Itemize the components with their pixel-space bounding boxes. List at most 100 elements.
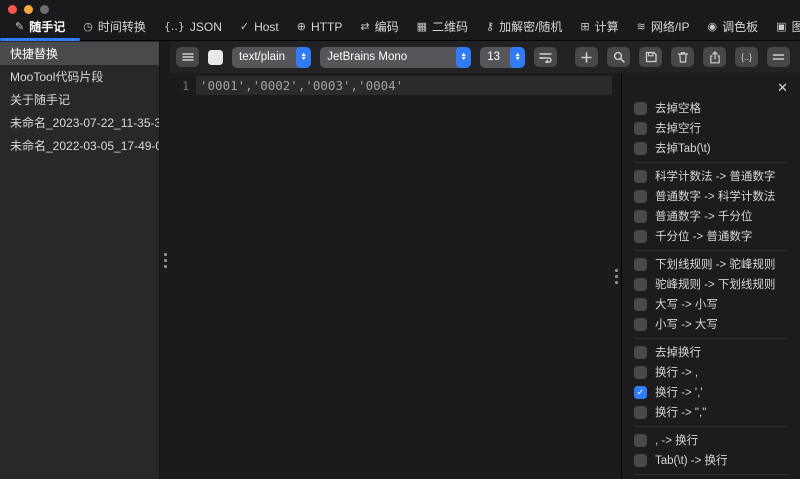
- checkbox-icon[interactable]: [634, 277, 647, 291]
- replace-option[interactable]: 去掉换行: [634, 342, 788, 362]
- replace-option[interactable]: , -> 换行: [634, 430, 788, 450]
- close-panel-button[interactable]: ✕: [777, 81, 788, 95]
- drag-handle-icon: [163, 252, 167, 268]
- menu-button[interactable]: [176, 47, 199, 67]
- replace-option-group: , -> 换行 Tab(\t) -> 换行: [634, 426, 788, 474]
- editor-toolbar: text/plain ▲▼ JetBrains Mono ▲▼ 13 ▲▼: [170, 41, 800, 73]
- tab-image-helper[interactable]: ▣ 图片助手: [767, 15, 800, 39]
- export-button[interactable]: [703, 47, 726, 67]
- checkbox-icon[interactable]: [634, 189, 647, 203]
- braces-icon: {..}: [740, 52, 752, 62]
- replace-option[interactable]: 普通数字 -> 科学计数法: [634, 186, 788, 206]
- delete-button[interactable]: [671, 47, 694, 67]
- share-icon: [709, 50, 721, 64]
- tab-calculator[interactable]: ⊞ 计算: [571, 15, 627, 39]
- tab-label: 网络/IP: [650, 20, 690, 34]
- replace-option[interactable]: 普通数字 -> 千分位: [634, 206, 788, 226]
- replace-option[interactable]: 大写 -> 小写: [634, 294, 788, 314]
- tab-label: Host: [254, 19, 279, 34]
- tab-notes[interactable]: ✎ 随手记: [0, 15, 81, 41]
- qrcode-icon: ▦: [416, 20, 427, 33]
- tab-json[interactable]: {..} JSON: [155, 15, 231, 39]
- content-type-select[interactable]: text/plain ▲ ▼: [232, 46, 312, 68]
- host-icon: ✓: [239, 20, 250, 33]
- word-wrap-icon: [539, 52, 552, 63]
- add-note-button[interactable]: [575, 47, 598, 67]
- replace-option-label: 换行 -> ",": [655, 407, 707, 419]
- encode-icon: ⇄: [360, 20, 370, 33]
- tab-network-ip[interactable]: ≋ 网络/IP: [628, 15, 699, 39]
- checkbox-icon[interactable]: [634, 209, 647, 223]
- replace-option[interactable]: 小写 -> 大写: [634, 314, 788, 334]
- tab-encode[interactable]: ⇄ 编码: [351, 15, 407, 39]
- replace-option[interactable]: 去掉Tab(\t): [634, 138, 788, 158]
- tab-palette[interactable]: ◉ 调色板: [699, 15, 768, 39]
- tab-qrcode[interactable]: ▦ 二维码: [408, 15, 477, 39]
- code-editor[interactable]: 1 '0001','0002','0003','0004': [170, 73, 612, 479]
- font-family-value: JetBrains Mono: [327, 51, 408, 63]
- tab-label: 调色板: [722, 20, 759, 34]
- word-wrap-button[interactable]: [534, 47, 557, 67]
- sidebar: 快捷替换 MooTool代码片段 关于随手记 未命名_2023-07-22_11-35…: [0, 41, 160, 479]
- quick-replace-button[interactable]: [767, 47, 790, 67]
- replace-option[interactable]: 驼峰规则 -> 下划线规则: [634, 274, 788, 294]
- stepper-icon: ▲ ▼: [456, 46, 472, 68]
- checkbox-icon[interactable]: [634, 121, 647, 135]
- format-button[interactable]: {..}: [735, 47, 758, 67]
- plus-icon: [581, 51, 592, 63]
- tab-label: HTTP: [311, 19, 343, 34]
- replace-option-label: 科学计数法 -> 普通数字: [655, 171, 776, 183]
- font-family-select[interactable]: JetBrains Mono ▲ ▼: [320, 46, 472, 68]
- checkbox-icon[interactable]: [634, 453, 647, 467]
- checkbox-icon[interactable]: [634, 317, 647, 331]
- font-size-select[interactable]: 13 ▲ ▼: [480, 46, 525, 68]
- checkbox-icon[interactable]: [634, 101, 647, 115]
- sidebar-item-0[interactable]: 快捷替换: [0, 42, 159, 65]
- replace-option[interactable]: 换行 -> ",": [634, 402, 788, 422]
- replace-option[interactable]: Tab(\t) -> 换行: [634, 450, 788, 470]
- content-type-value: text/plain: [239, 51, 286, 63]
- drag-handle-icon: [615, 268, 618, 284]
- sidebar-item-3[interactable]: 未命名_2023-07-22_11-35-35: [0, 111, 159, 134]
- search-button[interactable]: [607, 47, 630, 67]
- replace-option-group: 下划线规则 -> 驼峰规则驼峰规则 -> 下划线规则 大写 -> 小写 小写 -> …: [634, 250, 788, 338]
- replace-option-label: 去掉换行: [655, 347, 701, 359]
- replace-option-label: 下划线规则 -> 驼峰规则: [655, 259, 776, 271]
- font-size-value: 13: [487, 51, 501, 63]
- checkbox-icon[interactable]: [634, 229, 647, 243]
- tab-label: 时间转换: [97, 20, 146, 34]
- checkbox-checked-icon[interactable]: ✓: [634, 385, 647, 399]
- checkbox-icon[interactable]: [634, 169, 647, 183]
- replace-option[interactable]: 下划线规则 -> 驼峰规则: [634, 254, 788, 274]
- replace-option[interactable]: 科学计数法 -> 普通数字: [634, 166, 788, 186]
- sidebar-item-4[interactable]: 未命名_2022-03-05_17-49-00: [0, 134, 159, 157]
- palette-icon: ◉: [707, 20, 718, 33]
- checkbox-icon[interactable]: [634, 345, 647, 359]
- tab-http[interactable]: ⊕ HTTP: [288, 15, 352, 39]
- http-icon: ⊕: [296, 20, 306, 33]
- checkbox-icon[interactable]: [634, 365, 647, 379]
- checkbox-icon[interactable]: [634, 297, 647, 311]
- save-button[interactable]: [639, 47, 662, 67]
- replace-option[interactable]: 去掉空格: [634, 98, 788, 118]
- toolbar-checkbox[interactable]: [208, 49, 223, 65]
- sidebar-item-1[interactable]: MooTool代码片段: [0, 65, 159, 88]
- checkbox-icon[interactable]: [634, 433, 647, 447]
- replace-option-group: 去掉换行换行 -> , ✓ 换行 -> ',' 换行 -> ",": [634, 338, 788, 426]
- tab-list: ✎ 随手记 ◷ 时间转换 {..} JSON ✓ Host ⊕ HTTP ⇄ 编码 ▦ 二维码 ⚷ 加解密/随…: [0, 13, 800, 41]
- checkbox-icon[interactable]: [634, 141, 647, 155]
- app-window: ✎ 随手记 ◷ 时间转换 {..} JSON ✓ Host ⊕ HTTP ⇄ 编码 ▦ 二维码 ⚷ 加解密/随…: [0, 0, 800, 479]
- tab-host[interactable]: ✓ Host: [231, 15, 288, 39]
- sidebar-item-2[interactable]: 关于随手记: [0, 88, 159, 111]
- tab-time-convert[interactable]: ◷ 时间转换: [74, 15, 155, 39]
- panel-splitter[interactable]: [612, 73, 622, 479]
- replace-option[interactable]: 千分位 -> 普通数字: [634, 226, 788, 246]
- replace-option[interactable]: ✓ 换行 -> ',': [634, 382, 788, 402]
- checkbox-icon[interactable]: [634, 405, 647, 419]
- crypto-random-icon: ⚷: [486, 20, 495, 33]
- tab-crypto-random[interactable]: ⚷ 加解密/随机: [477, 15, 571, 39]
- checkbox-icon[interactable]: [634, 257, 647, 271]
- replace-option[interactable]: 换行 -> ,: [634, 362, 788, 382]
- replace-option[interactable]: 去掉空行: [634, 118, 788, 138]
- sidebar-splitter[interactable]: [160, 41, 170, 479]
